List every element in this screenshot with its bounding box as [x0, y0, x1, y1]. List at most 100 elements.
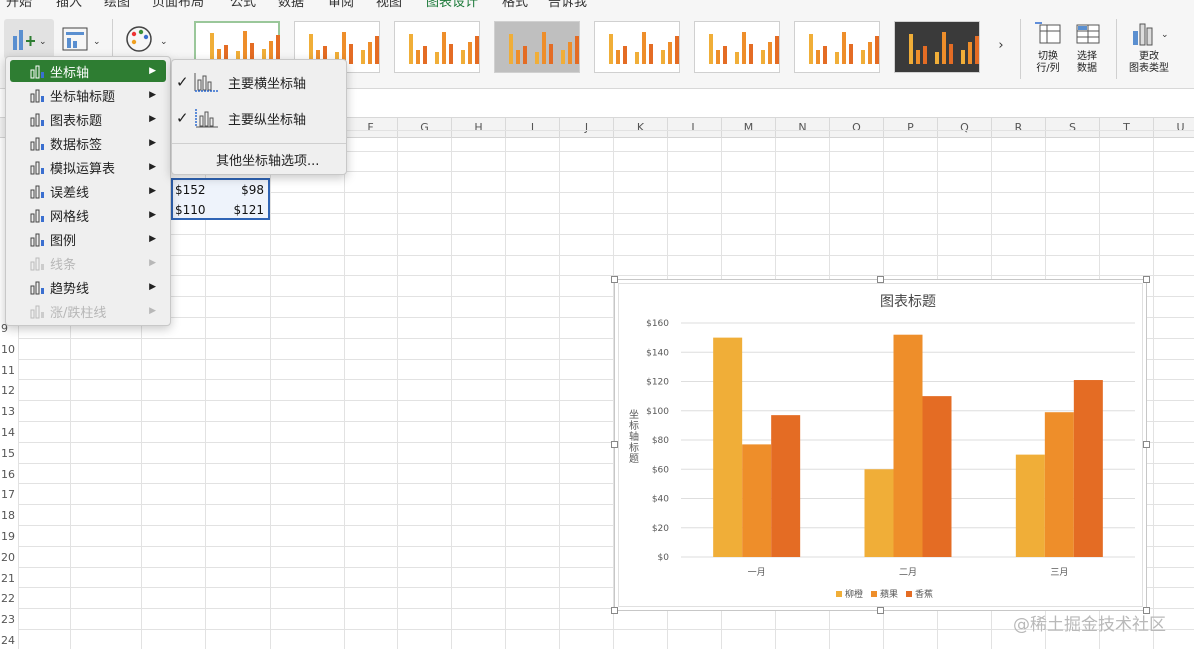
chart-style-thumb[interactable]	[694, 21, 780, 73]
row-header[interactable]: 24	[0, 634, 18, 647]
axis-title-icon	[28, 87, 46, 103]
row-header[interactable]: 21	[0, 572, 18, 585]
menu-item-chart-title[interactable]: 图表标题 ▶	[10, 108, 166, 130]
thumb-bar	[568, 42, 572, 64]
quick-layout-button[interactable]: ⌄	[56, 19, 106, 59]
row-header[interactable]: 19	[0, 530, 18, 543]
tab-10[interactable]: 告诉我	[548, 0, 587, 10]
column-header[interactable]: U	[1154, 118, 1194, 138]
column-header[interactable]: N	[776, 118, 830, 138]
column-header[interactable]: F	[344, 118, 398, 138]
column-header[interactable]: S	[1046, 118, 1100, 138]
menu-item-error-bar[interactable]: 误差线 ▶	[10, 180, 166, 202]
column-header[interactable]: J	[560, 118, 614, 138]
tab-5[interactable]: 数据	[278, 0, 304, 10]
menu-item-gridlines[interactable]: 网格线 ▶	[10, 204, 166, 226]
chart-style-thumb[interactable]	[594, 21, 680, 73]
row-header[interactable]: 11	[0, 364, 18, 377]
menu-item-legend[interactable]: 图例 ▶	[10, 228, 166, 250]
resize-handle[interactable]	[611, 441, 618, 448]
add-chart-element-button[interactable]: ⌄	[4, 19, 54, 59]
more-styles-button[interactable]: ›	[992, 35, 1010, 55]
selected-range[interactable]: $152 $98 $110 $121	[171, 178, 270, 220]
row-header[interactable]: 18	[0, 509, 18, 522]
resize-handle[interactable]	[611, 276, 618, 283]
chart-style-thumb[interactable]	[894, 21, 980, 73]
x-tick-label: 二月	[899, 567, 917, 578]
grid-line	[18, 233, 1194, 235]
more-axis-options-item[interactable]: 其他坐标轴选项...	[172, 148, 346, 170]
resize-handle[interactable]	[877, 276, 884, 283]
tab-1[interactable]: 插入	[56, 0, 82, 10]
tab-2[interactable]: 绘图	[104, 0, 130, 10]
primary-horizontal-axis-item[interactable]: ✓ 主要横坐标轴	[172, 68, 346, 96]
menu-item-axis[interactable]: 坐标轴 ▶	[10, 60, 166, 82]
menu-item-up-down-bars: 涨/跌柱线 ▶	[10, 300, 166, 322]
tab-7[interactable]: 视图	[376, 0, 402, 10]
data-label-icon	[28, 135, 46, 151]
bar-一月-柳橙	[713, 337, 743, 557]
cell-value[interactable]: $98	[241, 183, 264, 197]
switch-row-column-button[interactable]: 切换 行/列	[1026, 19, 1070, 89]
tab-9[interactable]: 格式	[502, 0, 528, 10]
column-header[interactable]: P	[884, 118, 938, 138]
resize-handle[interactable]	[1143, 441, 1150, 448]
menu-item-trendline[interactable]: 趋势线 ▶	[10, 276, 166, 298]
chart-svg[interactable]: 图表标题 $0 $20 $40 $60 $80 $100 $120 $140 $160 坐标轴标题一…	[618, 283, 1143, 607]
tab-3[interactable]: 页面布局	[152, 0, 204, 10]
row-header[interactable]: 15	[0, 447, 18, 460]
chart-style-thumb[interactable]	[794, 21, 880, 73]
tab-4[interactable]: 公式	[230, 0, 256, 10]
column-header[interactable]: T	[1100, 118, 1154, 138]
cell-value[interactable]: $121	[233, 203, 264, 217]
thumb-bar	[509, 34, 513, 64]
resize-handle[interactable]	[877, 607, 884, 614]
menu-item-data-label[interactable]: 数据标签 ▶	[10, 132, 166, 154]
column-header[interactable]: I	[506, 118, 560, 138]
cell-value[interactable]: $110	[175, 203, 206, 217]
cell-value[interactable]: $152	[175, 183, 206, 197]
change-chart-type-button[interactable]: ⌄ 更改 图表类型	[1122, 19, 1176, 89]
submenu-arrow-icon: ▶	[149, 234, 156, 244]
row-header[interactable]: 20	[0, 551, 18, 564]
column-header[interactable]: Q	[938, 118, 992, 138]
column-header[interactable]: M	[722, 118, 776, 138]
tab-6[interactable]: 审阅	[328, 0, 354, 10]
column-header[interactable]: K	[614, 118, 668, 138]
submenu-arrow-icon: ▶	[149, 282, 156, 292]
ribbon-separator	[1116, 19, 1117, 79]
column-header[interactable]: L	[668, 118, 722, 138]
primary-vertical-axis-item[interactable]: ✓ 主要纵坐标轴	[172, 104, 346, 132]
grid-line	[1153, 138, 1154, 649]
svg-text:⌄: ⌄	[93, 37, 101, 47]
bar-二月-蘋果	[893, 334, 923, 557]
select-data-button[interactable]: 选择 数据	[1066, 19, 1108, 89]
change-colors-button[interactable]: ⌄	[120, 19, 172, 59]
row-header[interactable]: 10	[0, 343, 18, 356]
row-header[interactable]: 22	[0, 592, 18, 605]
legend-label: 蘋果	[880, 588, 898, 600]
column-header[interactable]: G	[398, 118, 452, 138]
row-header[interactable]: 14	[0, 426, 18, 439]
thumb-bar	[909, 34, 913, 64]
row-header[interactable]: 16	[0, 468, 18, 481]
thumb-bar	[549, 44, 553, 64]
menu-item-data-table[interactable]: 模拟运算表 ▶	[10, 156, 166, 178]
row-header[interactable]: 23	[0, 613, 18, 626]
thumb-bar	[723, 46, 727, 64]
grid-line	[451, 138, 452, 649]
up-down-bars-icon	[28, 303, 46, 319]
chart-style-thumb[interactable]	[394, 21, 480, 73]
resize-handle[interactable]	[611, 607, 618, 614]
column-header[interactable]: R	[992, 118, 1046, 138]
tab-0[interactable]: 开始	[6, 0, 32, 10]
row-header[interactable]: 13	[0, 405, 18, 418]
chart-style-thumb[interactable]	[494, 21, 580, 73]
resize-handle[interactable]	[1143, 276, 1150, 283]
menu-item-axis-title[interactable]: 坐标轴标题 ▶	[10, 84, 166, 106]
submenu-arrow-icon: ▶	[149, 306, 156, 316]
row-header[interactable]: 17	[0, 488, 18, 501]
row-header[interactable]: 12	[0, 384, 18, 397]
column-header[interactable]: O	[830, 118, 884, 138]
column-header[interactable]: H	[452, 118, 506, 138]
